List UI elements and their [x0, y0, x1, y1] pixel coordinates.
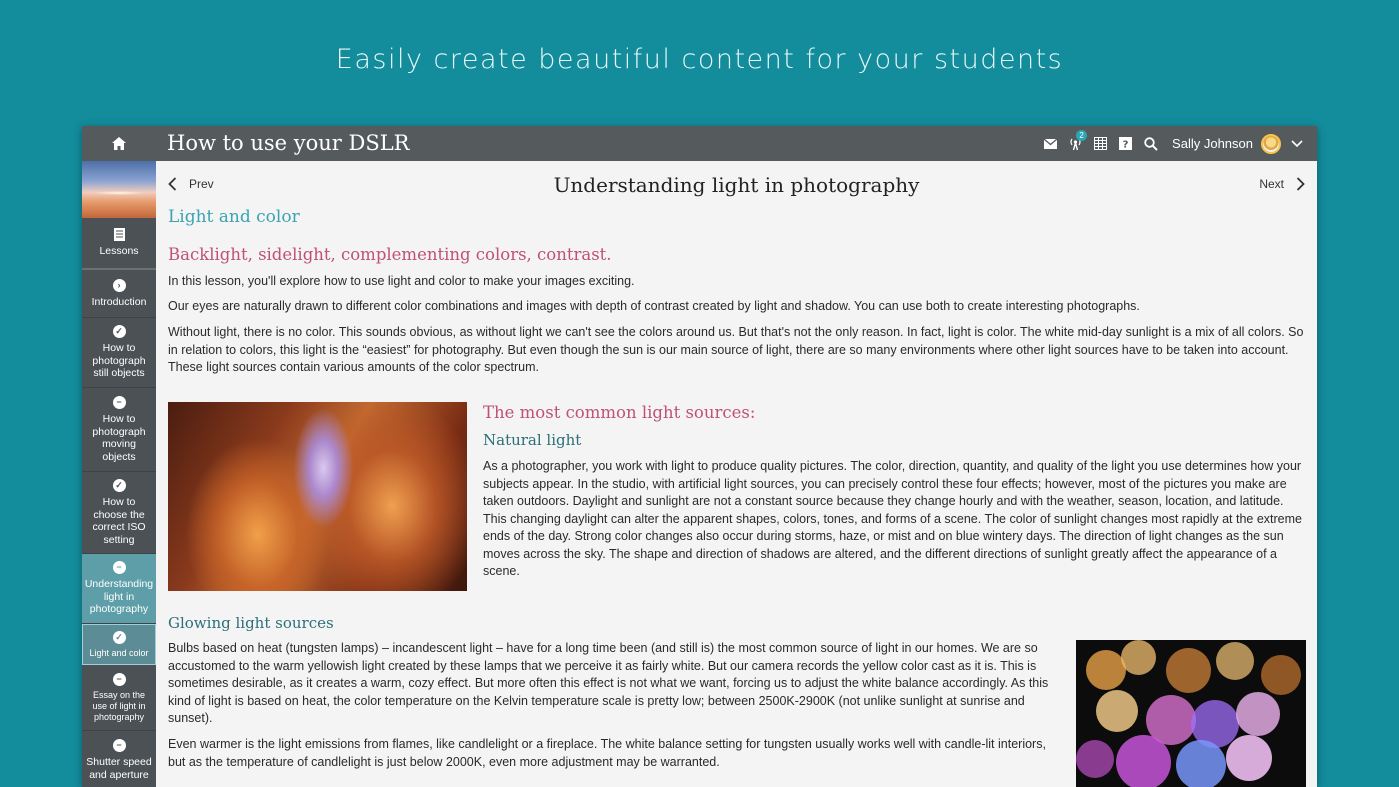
sidebar-item-label: Shutter speed and aperture — [86, 756, 152, 781]
minus-icon: − — [112, 672, 126, 686]
sidebar-item-introduction[interactable]: › Introduction — [82, 270, 156, 318]
glowing-light-title: Glowing light sources — [168, 614, 334, 632]
user-menu-button[interactable] — [1291, 139, 1303, 148]
chevron-right-icon — [1296, 177, 1305, 191]
sidebar-item-label: Understanding light in photography — [84, 578, 154, 616]
chevron-right-icon: › — [112, 278, 126, 292]
next-label: Next — [1259, 177, 1284, 191]
notification-badge: 2 — [1076, 130, 1088, 141]
sidebar-item-still-objects[interactable]: ✓ How to photograph still objects — [82, 318, 156, 388]
chevron-left-icon — [168, 177, 177, 191]
section-title: Light and color — [168, 207, 300, 227]
check-icon: ✓ — [112, 325, 126, 339]
app-window: How to use your DSLR 2 ? Sally Johnson L… — [82, 126, 1317, 787]
check-icon: ✓ — [112, 630, 126, 644]
home-button[interactable] — [82, 126, 156, 161]
sidebar-item-iso-setting[interactable]: ✓ How to choose the correct ISO setting — [82, 472, 156, 554]
prev-label: Prev — [189, 177, 214, 191]
svg-text:?: ? — [1123, 140, 1129, 151]
intro-paragraph-1: In this lesson, you'll explore how to us… — [168, 274, 635, 288]
sidebar-item-label: How to photograph still objects — [92, 342, 146, 380]
calendar-icon — [1094, 137, 1108, 150]
canyon-image — [168, 402, 467, 591]
top-bar: How to use your DSLR 2 ? Sally Johnson — [82, 126, 1317, 161]
intro-paragraph-3: Without light, there is no color. This s… — [168, 325, 1304, 374]
sidebar-item-shutter-speed[interactable]: − Shutter speed and aperture — [82, 731, 156, 787]
light-sources-title: The most common light sources: — [483, 403, 756, 422]
sidebar-item-light-and-color[interactable]: ✓ Light and color — [82, 624, 156, 665]
sidebar-item-label: Light and color — [89, 647, 149, 658]
prev-button[interactable]: Prev — [168, 177, 214, 191]
intro-paragraph-2: Our eyes are naturally drawn to differen… — [168, 299, 1140, 313]
minus-icon: − — [112, 396, 126, 409]
search-button[interactable] — [1144, 136, 1158, 151]
avatar[interactable] — [1261, 133, 1281, 154]
mail-button[interactable] — [1044, 138, 1058, 149]
sidebar-item-label: Lessons — [99, 245, 139, 258]
tagline: Easily create beautiful content for your… — [335, 44, 1064, 75]
minus-icon: − — [112, 739, 126, 752]
glowing-light-paragraph-2: Even warmer is the light emissions from … — [168, 737, 1046, 769]
lessons-icon — [113, 228, 125, 242]
help-icon: ? — [1119, 137, 1133, 151]
mail-icon — [1044, 138, 1058, 149]
course-thumbnail — [82, 161, 156, 218]
sidebar-item-label: Introduction — [91, 295, 147, 308]
sidebar-item-label: How to photograph moving objects — [92, 413, 146, 463]
lesson-content: Understanding light in photography Prev … — [156, 161, 1317, 787]
bokeh-image — [1076, 640, 1306, 787]
course-title: How to use your DSLR — [167, 131, 410, 155]
minus-icon: − — [112, 561, 126, 575]
home-icon — [112, 137, 126, 150]
sidebar-item-essay-on-light[interactable]: − Essay on the use of light in photograp… — [82, 665, 156, 731]
user-name[interactable]: Sally Johnson — [1172, 136, 1253, 151]
lesson-subtitle: Backlight, sidelight, complementing colo… — [168, 245, 612, 264]
next-button[interactable]: Next — [1259, 177, 1305, 191]
natural-light-title: Natural light — [483, 431, 582, 449]
calendar-button[interactable] — [1094, 137, 1108, 150]
sidebar-item-label: How to choose the correct ISO setting — [92, 496, 146, 546]
glowing-light-paragraph-1: Bulbs based on heat (tungsten lamps) – i… — [168, 641, 1049, 725]
lesson-sidebar: Lessons › Introduction ✓ How to photogra… — [82, 161, 156, 787]
help-button[interactable]: ? — [1119, 137, 1133, 151]
page-title: Understanding light in photography — [553, 173, 920, 197]
notifications-button[interactable]: 2 — [1069, 130, 1088, 150]
sidebar-item-understanding-light[interactable]: − Understanding light in photography — [82, 554, 156, 624]
search-icon — [1144, 136, 1158, 151]
check-icon: ✓ — [112, 479, 126, 492]
sidebar-item-label: Essay on the use of light in photography — [92, 689, 146, 722]
sidebar-item-lessons[interactable]: Lessons — [82, 218, 156, 270]
top-actions: 2 ? Sally Johnson — [1032, 126, 1303, 161]
natural-light-paragraph: As a photographer, you work with light t… — [483, 459, 1302, 578]
chevron-down-icon — [1291, 139, 1303, 147]
sidebar-item-moving-objects[interactable]: − How to photograph moving objects — [82, 388, 156, 472]
